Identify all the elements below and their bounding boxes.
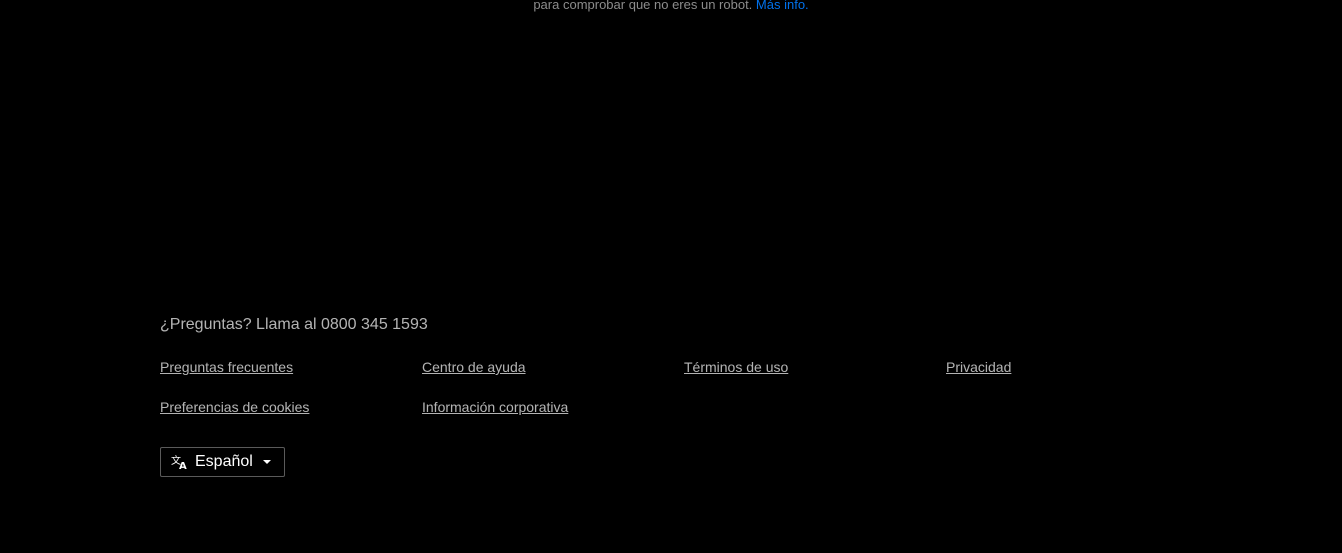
recaptcha-text: para comprobar que no eres un robot. bbox=[533, 0, 753, 12]
footer-link-item: Términos de uso bbox=[684, 359, 946, 375]
language-selected-label: Español bbox=[195, 453, 253, 470]
recaptcha-note: para comprobar que no eres un robot. Más… bbox=[0, 0, 1342, 13]
chevron-down-icon bbox=[262, 460, 271, 464]
language-selector[interactable]: 文 A Español bbox=[160, 447, 285, 477]
translate-icon: 文 A bbox=[171, 454, 189, 472]
footer-links: Preguntas frecuentes Centro de ayuda Tér… bbox=[160, 359, 1210, 415]
footer: ¿Preguntas? Llama al 0800 345 1593 Pregu… bbox=[160, 315, 1210, 477]
footer-link-item: Privacidad bbox=[946, 359, 1208, 375]
footer-link-item: Preguntas frecuentes bbox=[160, 359, 422, 375]
footer-link-item: Centro de ayuda bbox=[422, 359, 684, 375]
cookie-preferences-link[interactable]: Preferencias de cookies bbox=[160, 399, 309, 415]
faq-link[interactable]: Preguntas frecuentes bbox=[160, 359, 293, 375]
footer-link-item: Información corporativa bbox=[422, 399, 684, 415]
help-center-link[interactable]: Centro de ayuda bbox=[422, 359, 526, 375]
footer-link-item: Preferencias de cookies bbox=[160, 399, 422, 415]
corporate-info-link[interactable]: Información corporativa bbox=[422, 399, 568, 415]
contact-phone-text: ¿Preguntas? Llama al 0800 345 1593 bbox=[160, 316, 428, 333]
terms-of-use-link[interactable]: Términos de uso bbox=[684, 359, 788, 375]
more-info-link[interactable]: Más info. bbox=[756, 0, 809, 12]
privacy-link[interactable]: Privacidad bbox=[946, 359, 1011, 375]
svg-text:A: A bbox=[179, 461, 187, 470]
page: para comprobar que no eres un robot. Más… bbox=[0, 0, 1342, 553]
